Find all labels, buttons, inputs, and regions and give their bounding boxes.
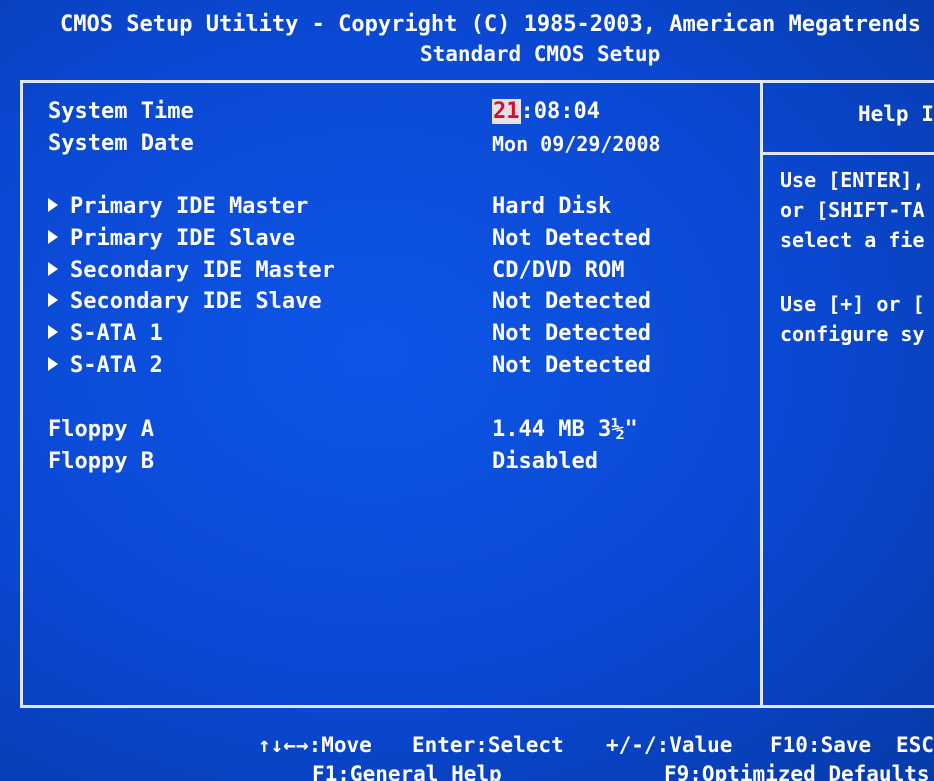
footer-value-hint: +/-/:Value bbox=[606, 733, 733, 757]
help-title: Help I bbox=[858, 102, 934, 126]
drive-value: Not Detected bbox=[492, 321, 651, 346]
system-date-label: System Date bbox=[48, 131, 194, 156]
drive-value: Not Detected bbox=[492, 289, 651, 314]
help-line: or [SHIFT-TA bbox=[780, 198, 925, 222]
submenu-arrow-icon bbox=[48, 293, 58, 307]
help-line: configure sy bbox=[780, 322, 925, 346]
drive-label: Primary IDE Master bbox=[70, 194, 309, 219]
drive-label: Primary IDE Slave bbox=[70, 226, 296, 251]
drive-label: S-ATA 2 bbox=[70, 353, 163, 378]
time-hours-field[interactable]: 21 bbox=[492, 99, 521, 124]
system-date-value[interactable]: Mon 09/29/2008 bbox=[492, 130, 661, 158]
drive-value: CD/DVD ROM bbox=[492, 258, 625, 283]
drive-value: Not Detected bbox=[492, 226, 651, 251]
time-minutes-seconds[interactable]: :08:04 bbox=[521, 99, 600, 124]
floppy-b-label: Floppy B bbox=[48, 449, 154, 474]
footer-save-hint: F10:Save bbox=[770, 733, 872, 757]
drive-value: Not Detected bbox=[492, 353, 651, 378]
system-time-value[interactable]: 21:08:04 bbox=[492, 98, 600, 126]
submenu-arrow-icon bbox=[48, 325, 58, 339]
footer-defaults-hint: F9:Optimized Defaults bbox=[664, 762, 930, 781]
submenu-arrow-icon bbox=[48, 357, 58, 371]
bios-screen: CMOS Setup Utility - Copyright (C) 1985-… bbox=[0, 0, 934, 781]
drive-value: Hard Disk bbox=[492, 194, 612, 219]
floppy-a-value[interactable]: 1.44 MB 3½" bbox=[492, 416, 638, 444]
help-line: Use [+] or [ bbox=[780, 292, 925, 316]
floppy-a-label: Floppy A bbox=[48, 417, 154, 442]
drive-label: S-ATA 1 bbox=[70, 321, 163, 346]
submenu-arrow-icon bbox=[48, 230, 58, 244]
footer-esc-hint: ESC bbox=[896, 733, 934, 757]
footer-move-hint: ↑↓←→:Move bbox=[258, 733, 372, 757]
help-line: select a fie bbox=[780, 228, 925, 252]
submenu-arrow-icon bbox=[48, 262, 58, 276]
system-time-label: System Time bbox=[48, 99, 194, 124]
page-title: Standard CMOS Setup bbox=[420, 42, 661, 66]
floppy-b-value[interactable]: Disabled bbox=[492, 448, 598, 476]
footer-select-hint: Enter:Select bbox=[412, 733, 564, 757]
help-panel-divider bbox=[760, 80, 763, 708]
app-title: CMOS Setup Utility - Copyright (C) 1985-… bbox=[60, 12, 921, 37]
help-line: Use [ENTER], bbox=[780, 168, 925, 192]
footer-help-hint: F1:General Help bbox=[312, 762, 502, 781]
drive-label: Secondary IDE Slave bbox=[70, 289, 322, 314]
drive-label: Secondary IDE Master bbox=[70, 258, 335, 283]
submenu-arrow-icon bbox=[48, 198, 58, 212]
help-title-divider bbox=[763, 152, 934, 155]
